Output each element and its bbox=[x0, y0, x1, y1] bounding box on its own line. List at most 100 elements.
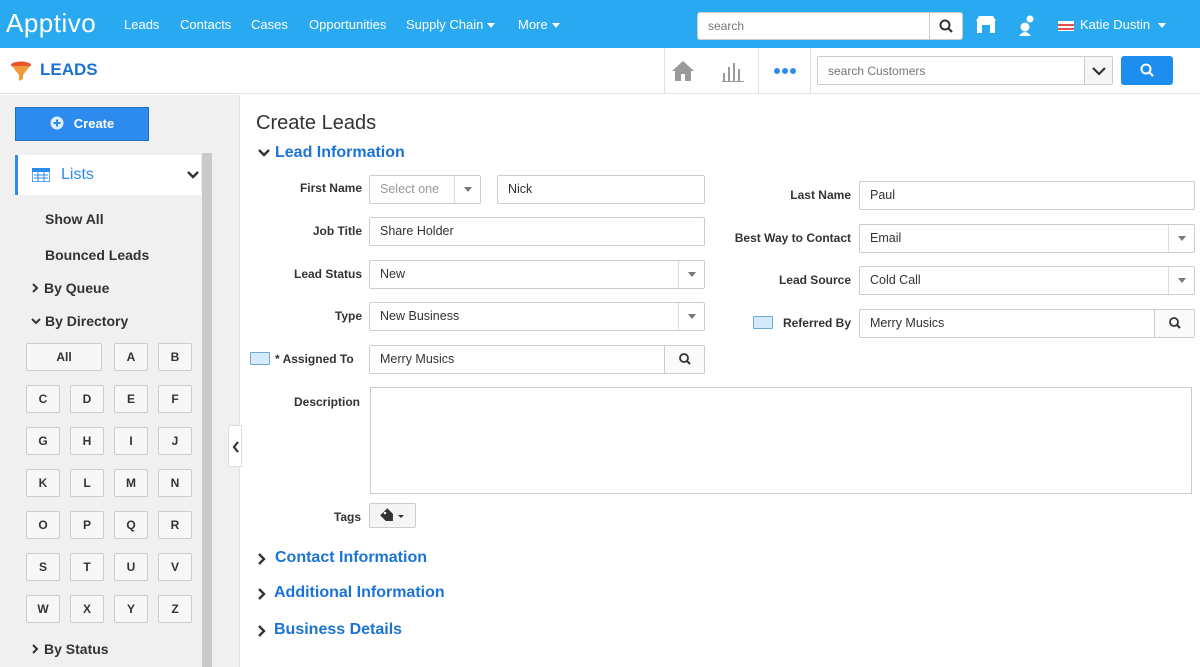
tags-button[interactable] bbox=[369, 503, 416, 528]
sidebar-scrollbar[interactable] bbox=[202, 153, 212, 667]
customer-search-button[interactable] bbox=[1121, 56, 1173, 85]
more-options-button[interactable] bbox=[772, 64, 798, 78]
type-label: Type bbox=[334, 309, 362, 323]
best-way-label: Best Way to Contact bbox=[734, 231, 851, 245]
directory-letter-c[interactable]: C bbox=[26, 385, 60, 413]
last-name-field[interactable]: Paul bbox=[859, 181, 1195, 210]
sidebar-collapse-toggle[interactable] bbox=[228, 425, 242, 467]
directory-letter-a[interactable]: A bbox=[114, 343, 148, 371]
sidebar-item-by-directory[interactable]: By Directory bbox=[30, 313, 128, 329]
directory-letter-q[interactable]: Q bbox=[114, 511, 148, 539]
directory-letter-n[interactable]: N bbox=[158, 469, 192, 497]
directory-letter-b[interactable]: B bbox=[158, 343, 192, 371]
nav-contacts[interactable]: Contacts bbox=[180, 17, 231, 32]
referred-by-field[interactable]: Merry Musics bbox=[859, 309, 1195, 338]
sidebar-item-by-status[interactable]: By Status bbox=[30, 641, 109, 657]
first-name-field[interactable]: Nick bbox=[497, 175, 705, 204]
contact-card-icon[interactable] bbox=[250, 352, 270, 365]
plus-circle-icon bbox=[50, 116, 64, 130]
referred-by-label: Referred By bbox=[782, 316, 851, 330]
directory-letter-z[interactable]: Z bbox=[158, 595, 192, 623]
chevron-down-icon bbox=[551, 23, 560, 29]
divider bbox=[758, 48, 759, 94]
bar-chart-icon bbox=[722, 63, 744, 82]
directory-letter-g[interactable]: G bbox=[26, 427, 60, 455]
leads-app-icon bbox=[11, 61, 31, 81]
chevron-down-icon bbox=[1158, 23, 1167, 29]
directory-letter-o[interactable]: O bbox=[26, 511, 60, 539]
customer-search-dropdown[interactable] bbox=[1084, 57, 1112, 84]
by-status-label: By Status bbox=[44, 641, 109, 657]
dropdown-arrow-icon bbox=[1168, 225, 1194, 252]
description-textarea[interactable] bbox=[370, 387, 1192, 494]
directory-letter-x[interactable]: X bbox=[70, 595, 104, 623]
search-icon bbox=[1140, 63, 1154, 77]
create-button-label: Create bbox=[73, 116, 115, 131]
chevron-down-icon bbox=[31, 318, 41, 325]
type-select[interactable]: New Business bbox=[369, 302, 705, 331]
store-button[interactable] bbox=[974, 12, 998, 38]
directory-letter-w[interactable]: W bbox=[26, 595, 60, 623]
directory-letter-e[interactable]: E bbox=[114, 385, 148, 413]
nav-leads[interactable]: Leads bbox=[124, 17, 159, 32]
sidebar: Create Lists Show All Bounced Leads By Q… bbox=[0, 95, 240, 667]
required-mark: * bbox=[275, 352, 280, 366]
nav-more[interactable]: More bbox=[518, 17, 560, 32]
directory-letter-s[interactable]: S bbox=[26, 553, 60, 581]
app-logo[interactable]: Apptivo bbox=[6, 8, 96, 39]
directory-letter-i[interactable]: I bbox=[114, 427, 148, 455]
directory-letter-p[interactable]: P bbox=[70, 511, 104, 539]
customer-search-input[interactable] bbox=[818, 57, 1084, 84]
assigned-to-search-button[interactable] bbox=[664, 346, 704, 373]
chevron-down-icon bbox=[1092, 67, 1106, 76]
directory-letter-j[interactable]: J bbox=[158, 427, 192, 455]
tag-icon bbox=[380, 508, 404, 521]
first-name-label: First Name bbox=[299, 181, 362, 195]
nav-cases[interactable]: Cases bbox=[251, 17, 288, 32]
dropdown-arrow-icon bbox=[678, 303, 704, 330]
page-title: Create Leads bbox=[256, 112, 377, 134]
directory-letter-k[interactable]: K bbox=[26, 469, 60, 497]
chevron-right-icon bbox=[32, 283, 39, 293]
directory-letter-l[interactable]: L bbox=[70, 469, 104, 497]
referred-by-value: Merry Musics bbox=[870, 316, 945, 330]
global-search bbox=[697, 12, 963, 40]
directory-all-button[interactable]: All bbox=[26, 343, 102, 371]
section-title: Contact Information bbox=[275, 549, 427, 566]
directory-letter-r[interactable]: R bbox=[158, 511, 192, 539]
lists-header[interactable]: Lists bbox=[15, 155, 201, 195]
best-way-value: Email bbox=[870, 231, 902, 245]
directory-letter-y[interactable]: Y bbox=[114, 595, 148, 623]
global-search-button[interactable] bbox=[929, 13, 962, 39]
lead-status-select[interactable]: New bbox=[369, 260, 705, 289]
nav-opportunities[interactable]: Opportunities bbox=[309, 17, 386, 32]
create-button[interactable]: Create bbox=[15, 107, 149, 141]
sidebar-item-bounced-leads[interactable]: Bounced Leads bbox=[45, 247, 149, 263]
directory-letter-t[interactable]: T bbox=[70, 553, 104, 581]
directory-letter-u[interactable]: U bbox=[114, 553, 148, 581]
directory-letter-h[interactable]: H bbox=[70, 427, 104, 455]
assigned-to-field[interactable]: Merry Musics bbox=[369, 345, 705, 374]
salutation-select[interactable]: Select one bbox=[369, 175, 481, 204]
directory-letter-m[interactable]: M bbox=[114, 469, 148, 497]
directory-letter-f[interactable]: F bbox=[158, 385, 192, 413]
chevron-down-icon bbox=[187, 171, 199, 179]
home-button[interactable] bbox=[670, 59, 696, 83]
nav-supply-chain[interactable]: Supply Chain bbox=[406, 17, 496, 32]
section-title: Lead Information bbox=[275, 144, 405, 161]
sidebar-item-show-all[interactable]: Show All bbox=[45, 211, 104, 227]
directory-letter-d[interactable]: D bbox=[70, 385, 104, 413]
contact-card-icon[interactable] bbox=[753, 316, 773, 329]
global-search-input[interactable] bbox=[698, 13, 930, 39]
lead-source-select[interactable]: Cold Call bbox=[859, 266, 1195, 295]
by-directory-label: By Directory bbox=[45, 313, 129, 329]
job-title-field[interactable]: Share Holder bbox=[369, 217, 705, 246]
directory-letter-v[interactable]: V bbox=[158, 553, 192, 581]
sidebar-item-by-queue[interactable]: By Queue bbox=[30, 280, 109, 296]
user-name: Katie Dustin bbox=[1080, 17, 1151, 32]
user-menu[interactable]: Katie Dustin bbox=[1058, 17, 1167, 32]
referred-by-search-button[interactable] bbox=[1154, 310, 1194, 337]
users-button[interactable] bbox=[1015, 12, 1039, 38]
reports-button[interactable] bbox=[720, 59, 746, 83]
best-way-select[interactable]: Email bbox=[859, 224, 1195, 253]
